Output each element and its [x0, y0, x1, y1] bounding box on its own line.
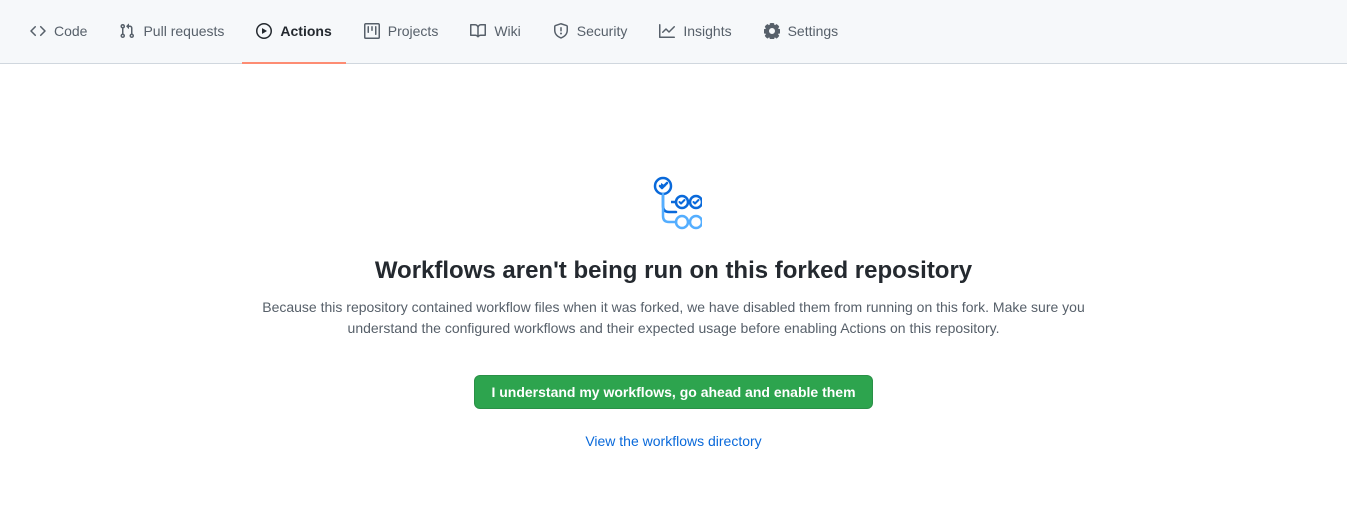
gear-icon	[764, 23, 780, 39]
page-heading: Workflows aren't being run on this forke…	[375, 257, 972, 285]
project-icon	[364, 23, 380, 39]
tab-insights[interactable]: Insights	[645, 0, 745, 64]
nav-label: Actions	[280, 23, 331, 39]
nav-label: Settings	[788, 23, 839, 39]
enable-workflows-button[interactable]: I understand my workflows, go ahead and …	[474, 375, 872, 409]
code-icon	[30, 23, 46, 39]
nav-label: Security	[577, 23, 628, 39]
nav-label: Wiki	[494, 23, 520, 39]
tab-wiki[interactable]: Wiki	[456, 0, 534, 64]
tab-settings[interactable]: Settings	[750, 0, 853, 64]
repo-nav: Code Pull requests Actions Projects Wiki…	[0, 0, 1347, 64]
blankslate: Workflows aren't being run on this forke…	[224, 64, 1124, 449]
book-icon	[470, 23, 486, 39]
play-icon	[256, 23, 272, 39]
tab-actions[interactable]: Actions	[242, 0, 345, 64]
nav-label: Insights	[683, 23, 731, 39]
tab-projects[interactable]: Projects	[350, 0, 453, 64]
workflow-hero-icon	[646, 174, 702, 233]
nav-label: Projects	[388, 23, 439, 39]
tab-pull-requests[interactable]: Pull requests	[105, 0, 238, 64]
view-workflows-link[interactable]: View the workflows directory	[585, 433, 761, 449]
nav-label: Pull requests	[143, 23, 224, 39]
shield-icon	[553, 23, 569, 39]
tab-security[interactable]: Security	[539, 0, 642, 64]
nav-label: Code	[54, 23, 87, 39]
page-description: Because this repository contained workfl…	[249, 297, 1099, 339]
git-pull-request-icon	[119, 23, 135, 39]
graph-icon	[659, 23, 675, 39]
tab-code[interactable]: Code	[16, 0, 101, 64]
